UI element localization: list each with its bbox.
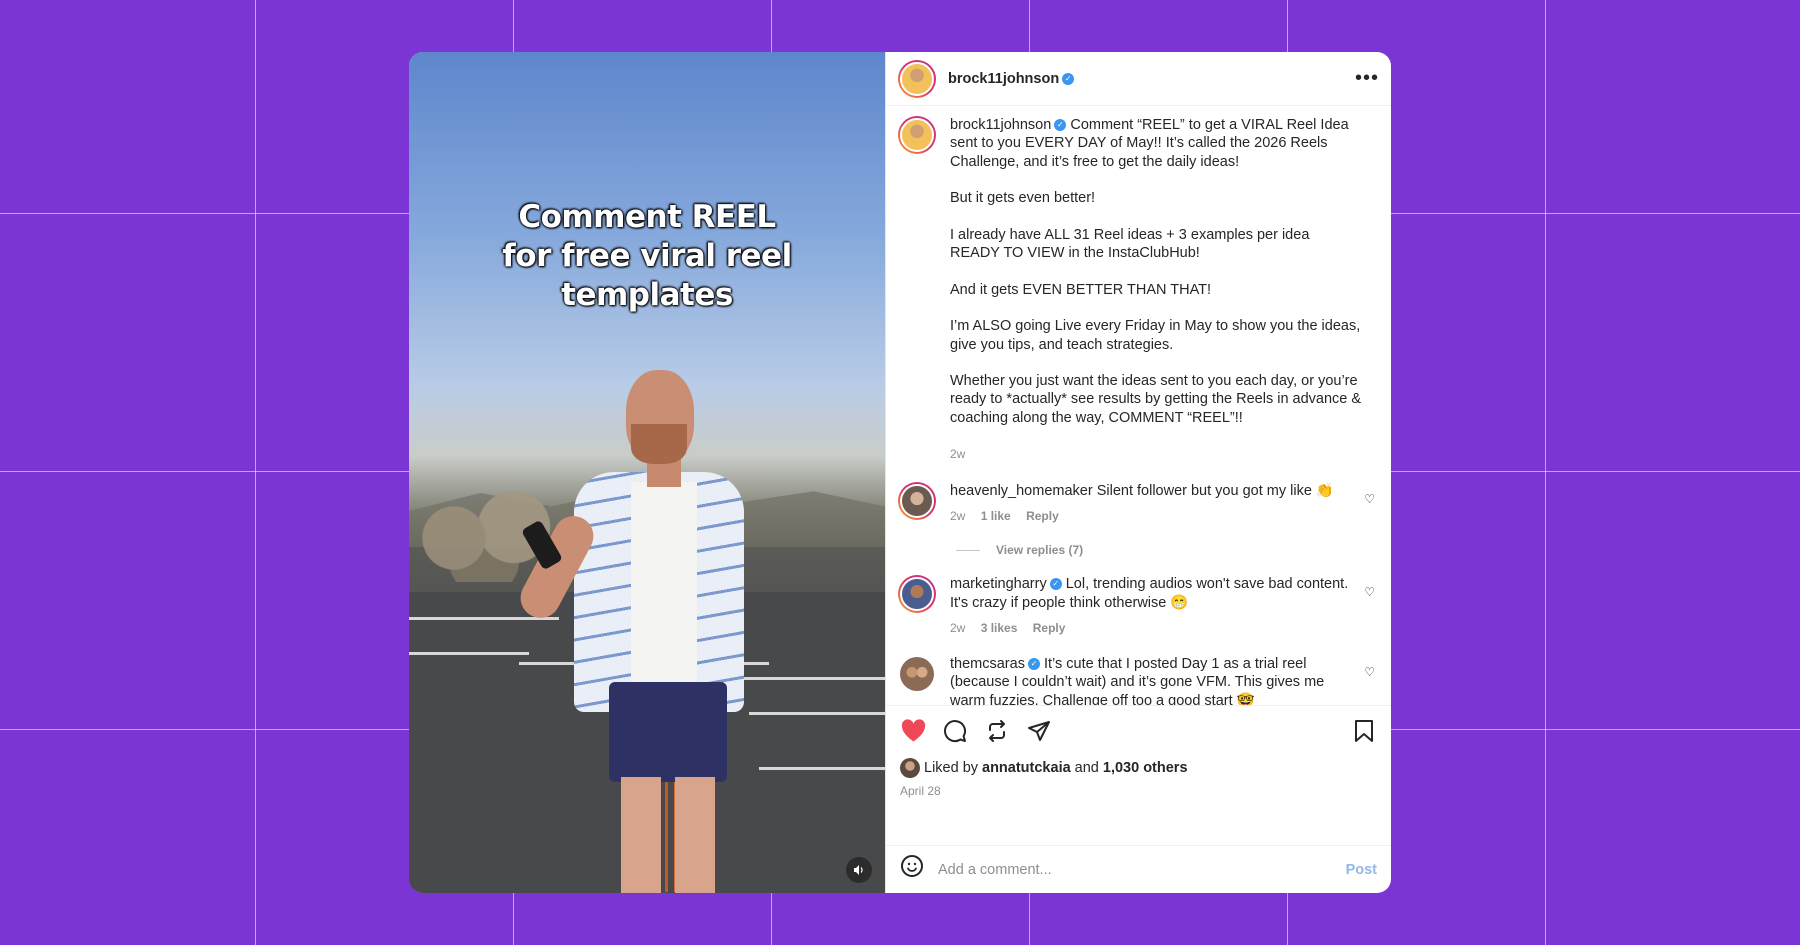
comment-age: 2w [950, 620, 966, 635]
bookmark-icon[interactable] [1351, 719, 1377, 750]
more-horizontal-icon[interactable]: ••• [1355, 67, 1379, 90]
post-sidebar: brock11johnson ✓ ••• brock11johnson ✓ Com… [885, 52, 1391, 893]
person-leg [621, 777, 661, 893]
liked-by[interactable]: Liked by annatutckaia and 1,030 others [900, 758, 1377, 778]
heart-outline-icon[interactable]: ♡ [1364, 665, 1375, 679]
caption-paragraph: I’m ALSO going Live every Friday in May … [950, 318, 1361, 353]
heart-outline-icon[interactable]: ♡ [1364, 492, 1375, 506]
heart-filled-icon[interactable] [900, 719, 926, 749]
divider [956, 549, 980, 551]
video-overlay-text: Comment REEL for free viral reel templat… [502, 199, 792, 313]
person-tee [631, 482, 697, 682]
comment: themcsaras ✓ It’s cute that I posted Day … [898, 655, 1379, 705]
parking-line [409, 652, 529, 655]
likes-count[interactable]: 1,030 others [1103, 760, 1188, 776]
person-shorts [609, 682, 727, 782]
caption-paragraph: But it gets even better! [950, 190, 1096, 207]
liker-avatar [900, 758, 920, 778]
action-bar: Liked by annatutckaia and 1,030 others A… [886, 705, 1391, 845]
caption-username[interactable]: brock11johnson [950, 117, 1051, 133]
send-icon[interactable] [1026, 719, 1052, 750]
author-avatar[interactable] [898, 116, 936, 154]
comment-age: 2w [950, 508, 966, 523]
commenter-username[interactable]: heavenly_homemaker [950, 483, 1093, 499]
verified-badge-icon: ✓ [1027, 658, 1040, 671]
caption-age: 2w [950, 447, 966, 462]
comment: marketingharry ✓ Lol, trending audios won… [898, 575, 1379, 637]
caption-paragraph: And it gets EVEN BETTER THAN THAT! [950, 281, 1212, 298]
post-header: brock11johnson ✓ ••• [886, 52, 1391, 106]
emoji-icon[interactable] [900, 854, 924, 885]
caption-paragraph: brock11johnson ✓ Comment “REEL” to get a … [950, 116, 1362, 171]
comment-bubble-icon[interactable] [942, 719, 968, 750]
commenter-avatar[interactable] [898, 575, 936, 614]
liked-by-prefix: Liked by [924, 760, 979, 776]
verified-badge-icon: ✓ [1054, 119, 1067, 132]
comment-like-count[interactable]: 1 like [981, 509, 1011, 523]
caption-paragraph: I already have ALL 31 Reel ideas + 3 exa… [950, 226, 1310, 262]
background-gridline [255, 0, 256, 945]
parking-line [739, 677, 885, 680]
background-gridline [1545, 0, 1546, 945]
post-date: April 28 [900, 784, 941, 798]
verified-badge-icon: ✓ [1062, 72, 1075, 85]
post-comment-button[interactable]: Post [1346, 862, 1377, 878]
parking-line [749, 712, 885, 715]
reply-button[interactable]: Reply [1033, 621, 1066, 635]
speaker-icon[interactable] [846, 857, 872, 883]
verified-badge-icon: ✓ [1049, 578, 1062, 591]
parking-line [759, 767, 885, 770]
person-leg [675, 777, 715, 893]
liked-by-joiner: and [1074, 760, 1099, 776]
comment-text: Silent follower but you got my like 👏 [1096, 482, 1334, 499]
commenter-username[interactable]: marketingharry [950, 576, 1047, 592]
comment: heavenly_homemaker Silent follower but y… [898, 481, 1379, 526]
commenter-avatar[interactable] [900, 657, 934, 692]
comments-list[interactable]: brock11johnson ✓ Comment “REEL” to get a … [886, 106, 1391, 705]
post-card: Comment REEL for free viral reel templat… [409, 52, 1391, 893]
view-replies-label: View replies (7) [996, 543, 1084, 558]
reply-button[interactable]: Reply [1026, 509, 1059, 523]
reel-video[interactable]: Comment REEL for free viral reel templat… [409, 52, 885, 893]
liker-username[interactable]: annatutckaia [982, 760, 1071, 776]
commenter-avatar[interactable] [898, 481, 936, 520]
add-comment-bar: Post [886, 845, 1391, 893]
caption-paragraph: Whether you just want the ideas sent to … [950, 373, 1362, 426]
author-avatar[interactable] [898, 59, 936, 98]
commenter-username[interactable]: themcsaras [950, 656, 1025, 672]
caption: brock11johnson ✓ Comment “REEL” to get a … [898, 116, 1379, 464]
author-username[interactable]: brock11johnson [948, 71, 1059, 87]
comment-like-count[interactable]: 3 likes [981, 621, 1018, 635]
view-replies-button[interactable]: View replies (7) [956, 543, 1379, 557]
repost-icon[interactable] [984, 719, 1010, 750]
comment-input[interactable] [938, 861, 1346, 878]
heart-outline-icon[interactable]: ♡ [1364, 585, 1375, 599]
person-beard [631, 424, 687, 464]
